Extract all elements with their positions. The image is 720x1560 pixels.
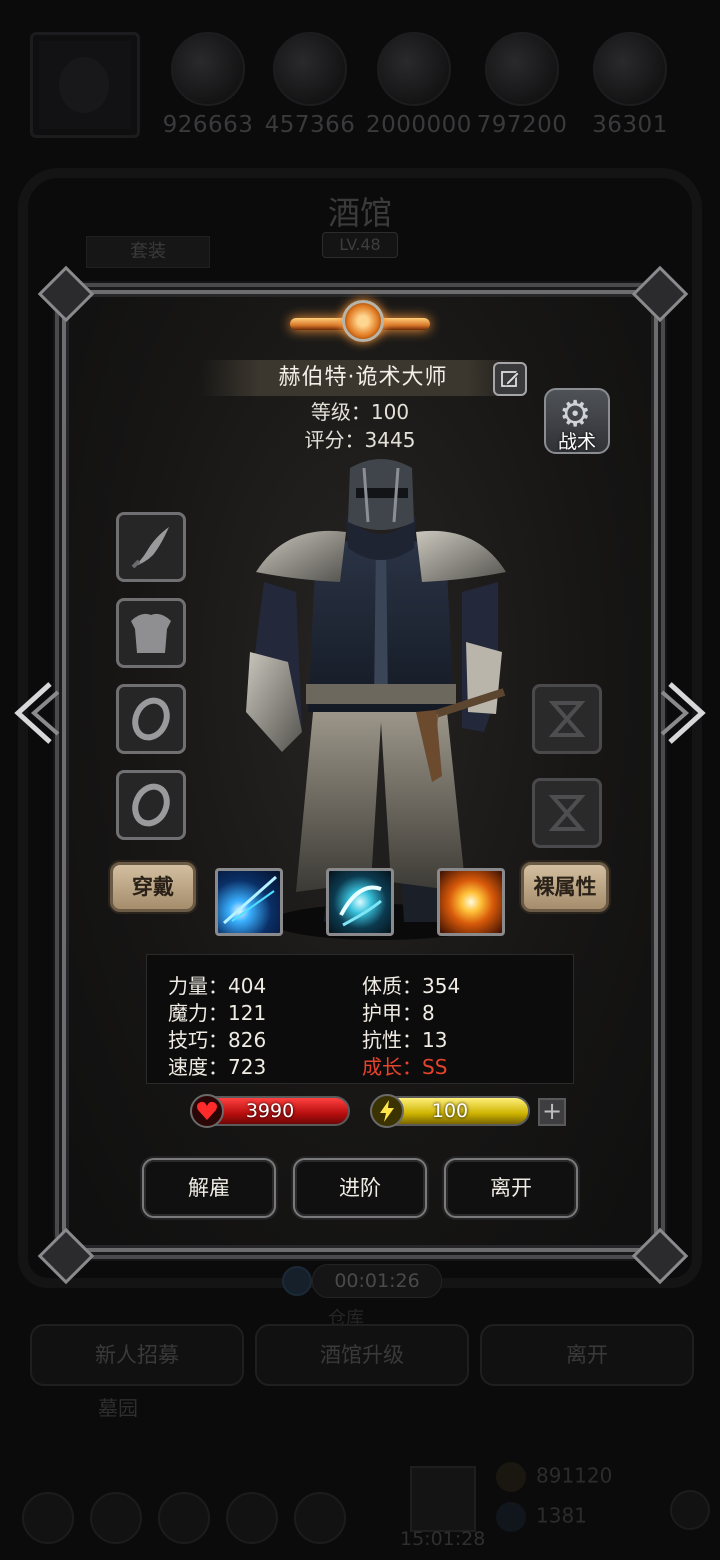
ring-icon [132,783,170,827]
stat-strength: 力量：404 [168,974,267,998]
nav-icon-1[interactable] [22,1492,74,1544]
tavern-title: 酒馆 [327,194,392,232]
refresh-timer: 00:01:26 [312,1264,442,1298]
prev-hero-arrow-icon[interactable] [10,680,60,746]
gem-coin-icon [496,1502,526,1532]
coin-row-1: 891120 [496,1462,612,1492]
coin-value-1: 891120 [536,1463,613,1488]
next-hero-arrow-icon[interactable] [660,680,710,746]
stat-magic: 魔力：121 [168,1001,267,1025]
wear-button[interactable]: 穿戴 [110,862,196,912]
hero-level: 等级：100 [310,400,410,424]
crystal-icon [485,32,559,106]
stat-skill: 技巧：826 [168,1028,267,1052]
hourglass-icon [548,701,586,737]
cyan-vortex-skill-icon[interactable] [326,868,394,936]
nav-icon-3[interactable] [158,1492,210,1544]
hourglass-icon [548,795,586,831]
equip-slot-weapon[interactable] [116,512,186,582]
resource-iron-value: 36301 [592,112,668,138]
gold-coin-icon [496,1462,526,1492]
heart-icon [190,1094,224,1128]
fire-burst-skill-icon[interactable] [437,868,505,936]
nav-icon-2[interactable] [90,1492,142,1544]
gift-icon[interactable] [410,1466,476,1532]
blade-icon [131,527,169,569]
tab-suit[interactable]: 套装 [86,236,210,268]
nav-icon-5[interactable] [294,1492,346,1544]
tactics-button[interactable]: ⚙ 战术 [544,388,610,454]
coin-value-2: 1381 [536,1503,587,1528]
food-icon [273,32,347,106]
graveyard-label[interactable]: 墓园 [98,1392,138,1421]
stat-armor: 护甲：8 [362,1001,435,1025]
resource-iron[interactable]: 36301 [582,32,678,138]
timer-icon [282,1266,312,1296]
hero-score: 评分：3445 [304,428,416,452]
dismiss-button[interactable]: 解雇 [142,1158,276,1218]
stat-resist: 抗性：13 [362,1028,448,1052]
resource-food[interactable]: 457366 [262,32,358,138]
moon-emblem-icon [290,294,430,356]
equip-slot-armor[interactable] [116,598,186,668]
gem-slot-1[interactable] [532,684,602,754]
coin-row-2: 1381 [496,1502,587,1532]
tavern-level: LV.48 [322,232,398,258]
add-energy-button[interactable]: + [538,1098,566,1126]
bottom-nav: 15:01:28 891120 1381 [0,1450,720,1560]
avatar-portrait [59,57,109,113]
equip-slot-ring-1[interactable] [116,684,186,754]
add-icon[interactable] [670,1490,710,1530]
resource-gold-value: 926663 [162,112,254,138]
upgrade-tavern-button[interactable]: 酒馆升级 [255,1324,469,1386]
gem-slot-2[interactable] [532,778,602,848]
gift-timer: 15:01:28 [400,1528,486,1550]
resource-wood[interactable]: 2000000 [366,32,472,138]
stat-speed: 速度：723 [168,1055,267,1079]
leave-button[interactable]: 离开 [444,1158,578,1218]
resource-gold[interactable]: 926663 [160,32,256,138]
wood-icon [377,32,451,106]
ring-icon [132,697,170,741]
resource-wood-value: 2000000 [366,112,472,138]
player-avatar[interactable] [30,32,140,138]
bg-leave-button[interactable]: 离开 [480,1324,694,1386]
iron-icon [593,32,667,106]
armor-icon [131,613,171,653]
edit-icon [501,371,520,387]
gold-icon [171,32,245,106]
rename-button[interactable] [493,362,527,396]
bare-attributes-button[interactable]: 裸属性 [521,862,609,912]
lightning-icon [370,1094,404,1128]
hero-name: 赫伯特·诡术大师 [200,360,526,396]
resource-crystal[interactable]: 797200 [474,32,570,138]
resource-bar: 926663 457366 2000000 797200 36301 [0,28,720,138]
resource-crystal-value: 797200 [476,112,568,138]
resource-food-value: 457366 [264,112,356,138]
advance-button[interactable]: 进阶 [293,1158,427,1218]
stat-growth: 成长：SS [362,1055,448,1079]
nav-icon-4[interactable] [226,1492,278,1544]
blue-slash-skill-icon[interactable] [215,868,283,936]
tactics-label: 战术 [557,431,596,453]
recruit-button[interactable]: 新人招募 [30,1324,244,1386]
equip-slot-ring-2[interactable] [116,770,186,840]
stat-constitution: 体质：354 [362,974,461,998]
